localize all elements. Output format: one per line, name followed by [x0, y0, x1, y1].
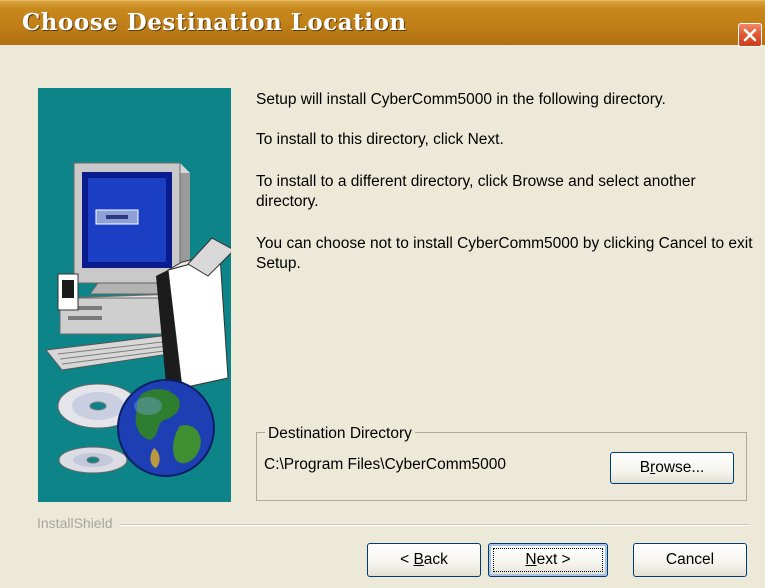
browse-button-label: Browse...	[639, 459, 705, 476]
window-title: Choose Destination Location	[22, 9, 407, 36]
cancel-instruction-text: You can choose not to install CyberComm5…	[256, 235, 753, 272]
next-button-label: Next >	[525, 551, 571, 568]
computer-icon	[45, 162, 235, 389]
close-icon	[743, 28, 757, 42]
back-button[interactable]: < Back	[367, 543, 481, 577]
installshield-brand: InstallShield	[37, 515, 119, 531]
next-button[interactable]: Next >	[488, 543, 608, 577]
destination-group-label: Destination Directory	[265, 425, 415, 443]
destination-path: C:\Program Files\CyberComm5000	[264, 456, 507, 473]
setup-artwork	[38, 88, 235, 502]
browse-button[interactable]: Browse...	[610, 452, 734, 484]
title-bar[interactable]: Choose Destination Location	[0, 0, 765, 47]
cancel-button[interactable]: Cancel	[633, 543, 747, 577]
footer-separator	[37, 524, 749, 526]
browse-instruction-text: To install to a different directory, cli…	[256, 173, 696, 210]
back-button-label: < Back	[400, 551, 448, 568]
setup-dialog: Choose Destination Location Setup will i…	[0, 0, 765, 588]
close-button[interactable]	[738, 23, 762, 47]
intro-text: Setup will install CyberComm5000 in the …	[256, 91, 666, 108]
cancel-button-label: Cancel	[665, 551, 715, 568]
globe-icon	[117, 379, 215, 477]
next-instruction-text: To install to this directory, click Next…	[256, 131, 504, 148]
